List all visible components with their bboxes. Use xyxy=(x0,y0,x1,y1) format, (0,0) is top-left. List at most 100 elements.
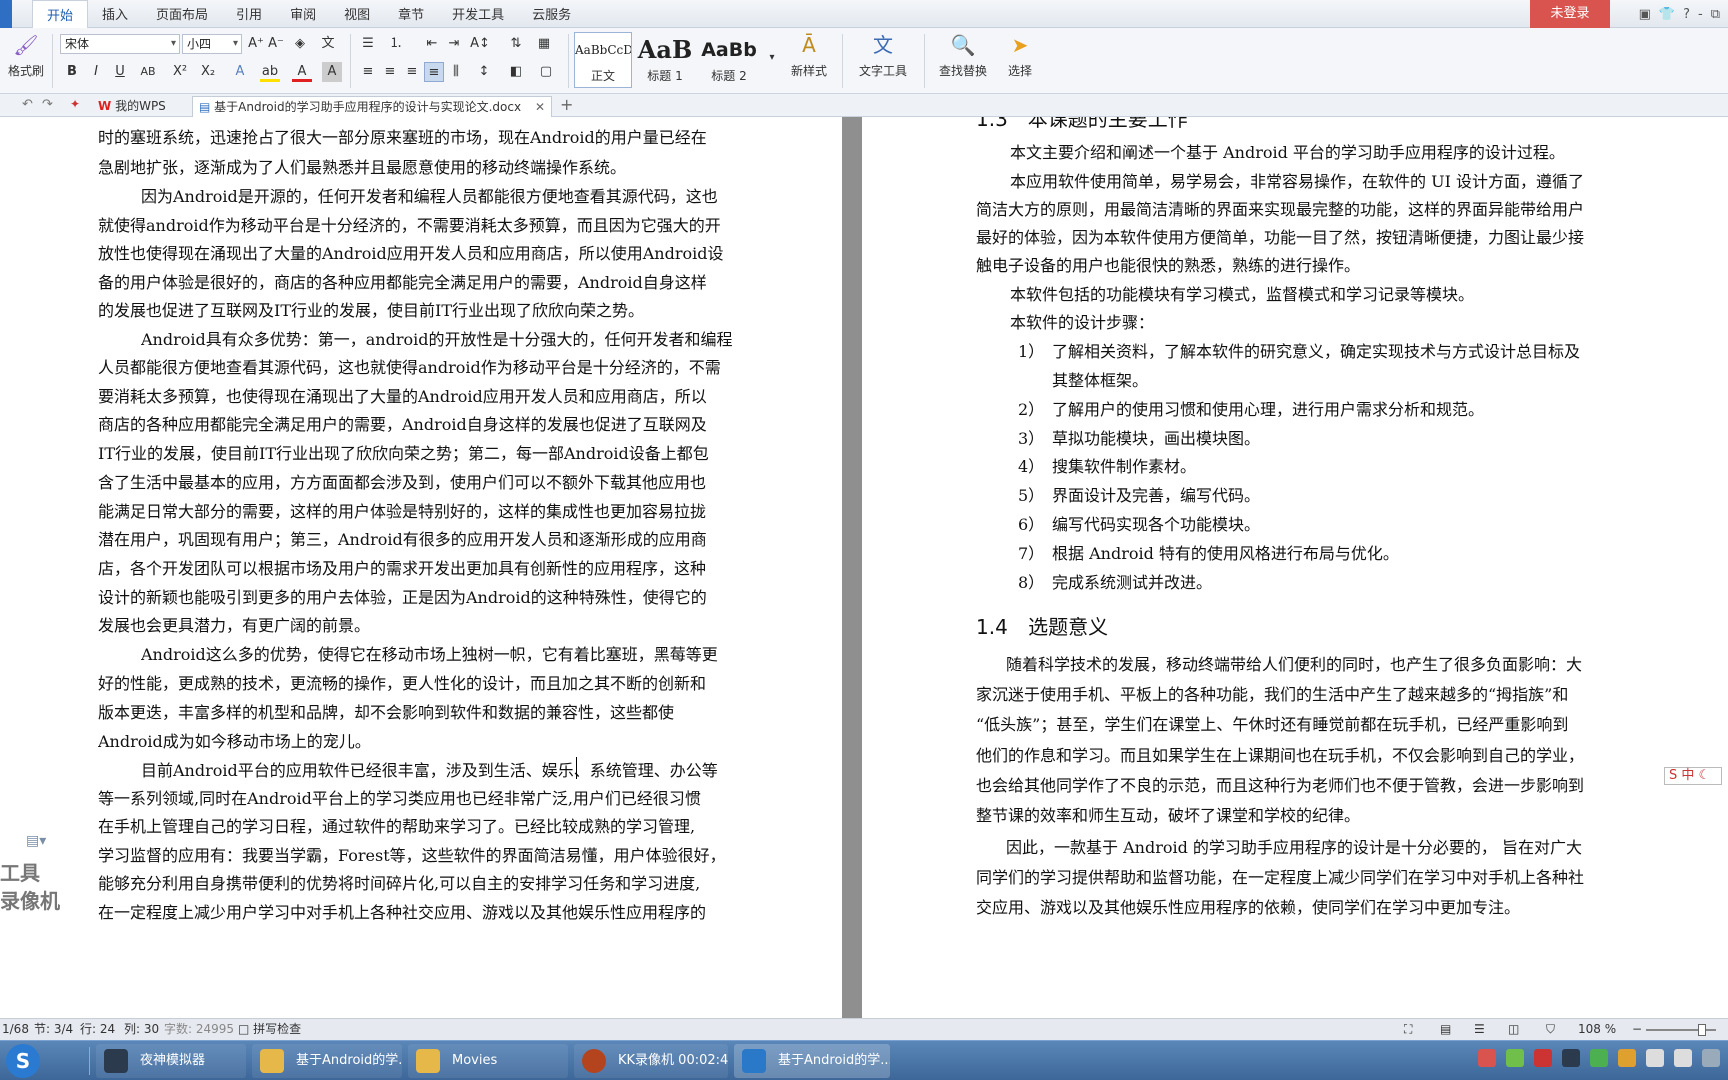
ime-indicator[interactable]: S 中 ☾ xyxy=(1664,767,1722,785)
bullets-icon[interactable]: ☰ xyxy=(358,34,378,54)
bold-icon[interactable]: B xyxy=(62,62,82,82)
sort-icon[interactable]: ⇅ xyxy=(506,34,526,54)
styles-more-icon[interactable]: ▾ xyxy=(762,48,782,68)
protect-icon[interactable]: ⛉ xyxy=(1546,1019,1555,1040)
taskbar-item-wps[interactable]: 基于Android的学... xyxy=(734,1044,890,1078)
line-spacing-icon[interactable]: ↕ xyxy=(474,62,494,82)
text-effect-icon[interactable]: A xyxy=(230,62,250,82)
distribute-icon[interactable]: ⫼ xyxy=(446,62,466,82)
align-left-icon[interactable]: ≡ xyxy=(358,62,378,82)
shrink-font-icon[interactable]: A⁻ xyxy=(266,34,286,54)
highlight-icon[interactable]: ab xyxy=(260,62,280,82)
tab-chapter[interactable]: 章节 xyxy=(384,0,438,28)
new-tab-icon[interactable]: + xyxy=(560,95,573,114)
start-button[interactable]: S xyxy=(6,1044,40,1078)
borders-icon[interactable]: ▢ xyxy=(536,62,556,82)
style-heading-2[interactable]: AaBb 标题 2 xyxy=(700,32,758,88)
table-icon[interactable]: ▦ xyxy=(534,34,554,54)
decrease-indent-icon[interactable]: ⇤ xyxy=(422,34,442,54)
network-icon[interactable] xyxy=(1646,1049,1664,1067)
recorder-tray-icon[interactable] xyxy=(1534,1049,1552,1067)
skin-icon[interactable]: ▣ xyxy=(1639,7,1651,22)
underline-icon[interactable]: U xyxy=(110,62,130,82)
security-icon[interactable] xyxy=(1590,1049,1608,1067)
font-color-icon[interactable]: A xyxy=(292,62,312,82)
strikethrough-icon[interactable]: AB xyxy=(138,62,158,82)
new-style-button[interactable]: Ā 新样式 xyxy=(784,32,834,79)
taskbar-item-kk-recorder[interactable]: KK录像机 00:02:41 xyxy=(574,1044,728,1078)
text-line: 的发展也促进了互联网及IT行业的发展，使目前IT行业出现了欣欣向荣之势。 xyxy=(98,301,644,320)
select-button[interactable]: ➤ 选择 xyxy=(1000,32,1040,79)
zoom-slider-thumb[interactable] xyxy=(1698,1024,1706,1036)
align-center-icon[interactable]: ≡ xyxy=(380,62,400,82)
char-shading-icon[interactable]: A xyxy=(322,62,342,82)
web-view-icon[interactable]: ◫ xyxy=(1508,1019,1519,1040)
tab-page-layout[interactable]: 页面布局 xyxy=(142,0,222,28)
tab-cloud[interactable]: 云服务 xyxy=(518,0,585,28)
minimize-ribbon-icon[interactable]: - xyxy=(1698,7,1703,22)
tab-current-document[interactable]: ▤ 基于Android的学习助手应用程序的设计与实现论文.docx ✕ xyxy=(192,96,552,117)
clock-icon[interactable] xyxy=(1702,1049,1720,1067)
zoom-out-icon[interactable]: − xyxy=(1632,1019,1642,1040)
grow-font-icon[interactable]: A⁺ xyxy=(246,34,266,54)
tab-home[interactable]: 开始 xyxy=(32,0,89,28)
close-icon[interactable]: ✕ xyxy=(535,97,545,117)
numbering-icon[interactable]: ⒈ xyxy=(386,34,406,54)
taskbar-item-folder[interactable]: 基于Android的学... xyxy=(252,1044,402,1078)
superscript-icon[interactable]: X² xyxy=(170,62,190,82)
text-tools-button[interactable]: 文 文字工具 xyxy=(850,32,916,79)
tab-view[interactable]: 视图 xyxy=(330,0,384,28)
increase-indent-icon[interactable]: ⇥ xyxy=(444,34,464,54)
tab-developer[interactable]: 开发工具 xyxy=(438,0,518,28)
subscript-icon[interactable]: X₂ xyxy=(198,62,218,82)
word-count[interactable]: 字数: 24995 xyxy=(164,1019,234,1040)
style-heading-1[interactable]: AaB 标题 1 xyxy=(636,32,694,88)
taskbar-item-nox[interactable]: 夜神模拟器 xyxy=(96,1044,246,1078)
find-replace-button[interactable]: 🔍 查找替换 xyxy=(930,32,996,79)
page-side-icon[interactable]: ▤▾ xyxy=(26,833,46,849)
nox-tray-icon[interactable] xyxy=(1562,1049,1580,1067)
clear-format-icon[interactable]: ◈ xyxy=(290,34,310,54)
battery-icon[interactable] xyxy=(1506,1049,1524,1067)
app-menu-button[interactable] xyxy=(0,0,12,28)
text-line: 本软件包括的功能模块有学习模式，监督模式和学习记录等模块。 xyxy=(1010,285,1475,304)
user-icon[interactable] xyxy=(1618,1049,1636,1067)
separator xyxy=(350,34,351,88)
fullscreen-icon[interactable]: ⛶ xyxy=(1404,1019,1412,1040)
login-button[interactable]: 未登录 xyxy=(1530,0,1610,28)
font-name-select[interactable]: 宋体 xyxy=(60,34,180,54)
align-right-icon[interactable]: ≡ xyxy=(402,62,422,82)
menu-bar: 开始 插入 页面布局 引用 审阅 视图 章节 开发工具 云服务 未登录 ▣ 👕 … xyxy=(0,0,1728,28)
tab-my-wps[interactable]: W 我的WPS xyxy=(92,96,172,117)
taskbar-item-movies[interactable]: Movies xyxy=(408,1044,568,1078)
spell-check-toggle[interactable]: □ 拼写检查 xyxy=(238,1019,301,1040)
redo-icon[interactable]: ↷ xyxy=(42,97,53,112)
zoom-level[interactable]: 108 % xyxy=(1578,1019,1616,1040)
text-direction-icon[interactable]: A↕ xyxy=(470,34,490,54)
phonetic-icon[interactable]: 文 xyxy=(318,34,338,54)
italic-icon[interactable]: I xyxy=(86,62,106,82)
right-page[interactable]: 1.3 本课题的主要工作 本文主要介绍和阐述一个基于 Android 平台的学习… xyxy=(862,117,1728,1018)
pin-icon[interactable]: ✦ xyxy=(70,97,80,111)
justify-icon[interactable]: ≡ xyxy=(424,62,444,82)
style-normal-label: 正文 xyxy=(590,69,615,83)
restore-icon[interactable]: ⧉ xyxy=(1711,7,1720,22)
page-view-icon[interactable]: ▤ xyxy=(1440,1019,1451,1040)
shirt-icon[interactable]: 👕 xyxy=(1659,7,1675,22)
tab-review[interactable]: 审阅 xyxy=(276,0,330,28)
shading-icon[interactable]: ◧ xyxy=(506,62,526,82)
wps-tray-icon[interactable] xyxy=(1478,1049,1496,1067)
left-page[interactable]: 2011年初数据显示，仅仅推出两年半的Android操作系统，已经超越了占据领导… xyxy=(0,117,842,1018)
help-icon[interactable]: ? xyxy=(1683,7,1690,22)
undo-icon[interactable]: ↶ xyxy=(22,97,33,112)
font-size-select[interactable]: 小四 xyxy=(182,34,242,54)
volume-icon[interactable] xyxy=(1674,1049,1692,1067)
style-normal[interactable]: AaBbCcD 正文 xyxy=(574,32,632,88)
outline-view-icon[interactable]: ☰ xyxy=(1474,1019,1485,1040)
section-heading: 1.4 选题意义 xyxy=(976,611,1108,640)
tab-insert[interactable]: 插入 xyxy=(88,0,142,28)
tab-references[interactable]: 引用 xyxy=(222,0,276,28)
zoom-slider[interactable] xyxy=(1646,1024,1716,1036)
format-painter-button[interactable]: 🖌 格式刷 xyxy=(6,32,46,79)
text-line: 放性也使得现在涌现出了大量的Android应用开发人员和应用商店，所以使用And… xyxy=(98,244,724,263)
